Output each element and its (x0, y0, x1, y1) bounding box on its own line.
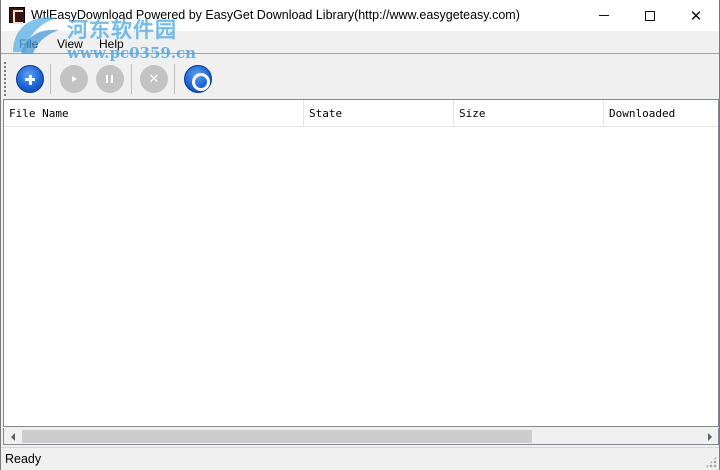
menu-help[interactable]: Help (99, 37, 124, 51)
close-icon: ✕ (689, 7, 703, 25)
column-header-downloaded[interactable]: Downloaded (604, 100, 718, 127)
toolbar-separator (50, 64, 51, 94)
scrollbar-thumb[interactable] (22, 430, 532, 443)
toolbar-grip[interactable] (4, 62, 6, 96)
toolbar: ✕ (1, 53, 719, 99)
start-button[interactable] (60, 65, 88, 93)
pause-button[interactable] (96, 65, 124, 93)
menu-file[interactable]: File (19, 37, 38, 51)
minimize-icon (599, 15, 609, 16)
column-header-size[interactable]: Size (454, 100, 604, 127)
app-icon[interactable] (9, 7, 25, 24)
status-bar: Ready (1, 447, 719, 470)
status-text: Ready (5, 452, 42, 466)
resize-grip[interactable] (705, 456, 717, 468)
toolbar-separator (174, 64, 175, 94)
stop-button[interactable]: ✕ (140, 65, 168, 93)
maximize-button[interactable] (627, 0, 673, 31)
horizontal-scrollbar[interactable] (3, 428, 719, 445)
title-bar[interactable]: WtlEasyDownload Powered by EasyGet Downl… (1, 0, 719, 31)
scroll-right-button[interactable] (701, 428, 718, 445)
window-title: WtlEasyDownload Powered by EasyGet Downl… (31, 8, 520, 22)
minimize-button[interactable] (581, 0, 627, 31)
close-button[interactable]: ✕ (673, 0, 719, 31)
chevron-left-icon (10, 432, 15, 441)
menu-view[interactable]: View (57, 37, 83, 51)
maximize-icon (645, 10, 655, 21)
add-download-button[interactable] (16, 65, 44, 93)
column-header-state[interactable]: State (304, 100, 454, 127)
menu-bar: File View Help (1, 31, 719, 53)
list-header: File Name State Size Downloaded (4, 100, 718, 127)
download-list[interactable]: File Name State Size Downloaded (3, 99, 719, 427)
scroll-left-button[interactable] (4, 428, 21, 445)
toolbar-separator (131, 64, 132, 94)
column-header-file-name[interactable]: File Name (4, 100, 304, 127)
settings-button[interactable] (184, 65, 212, 93)
chevron-right-icon (707, 432, 712, 441)
app-window: WtlEasyDownload Powered by EasyGet Downl… (0, 0, 720, 470)
